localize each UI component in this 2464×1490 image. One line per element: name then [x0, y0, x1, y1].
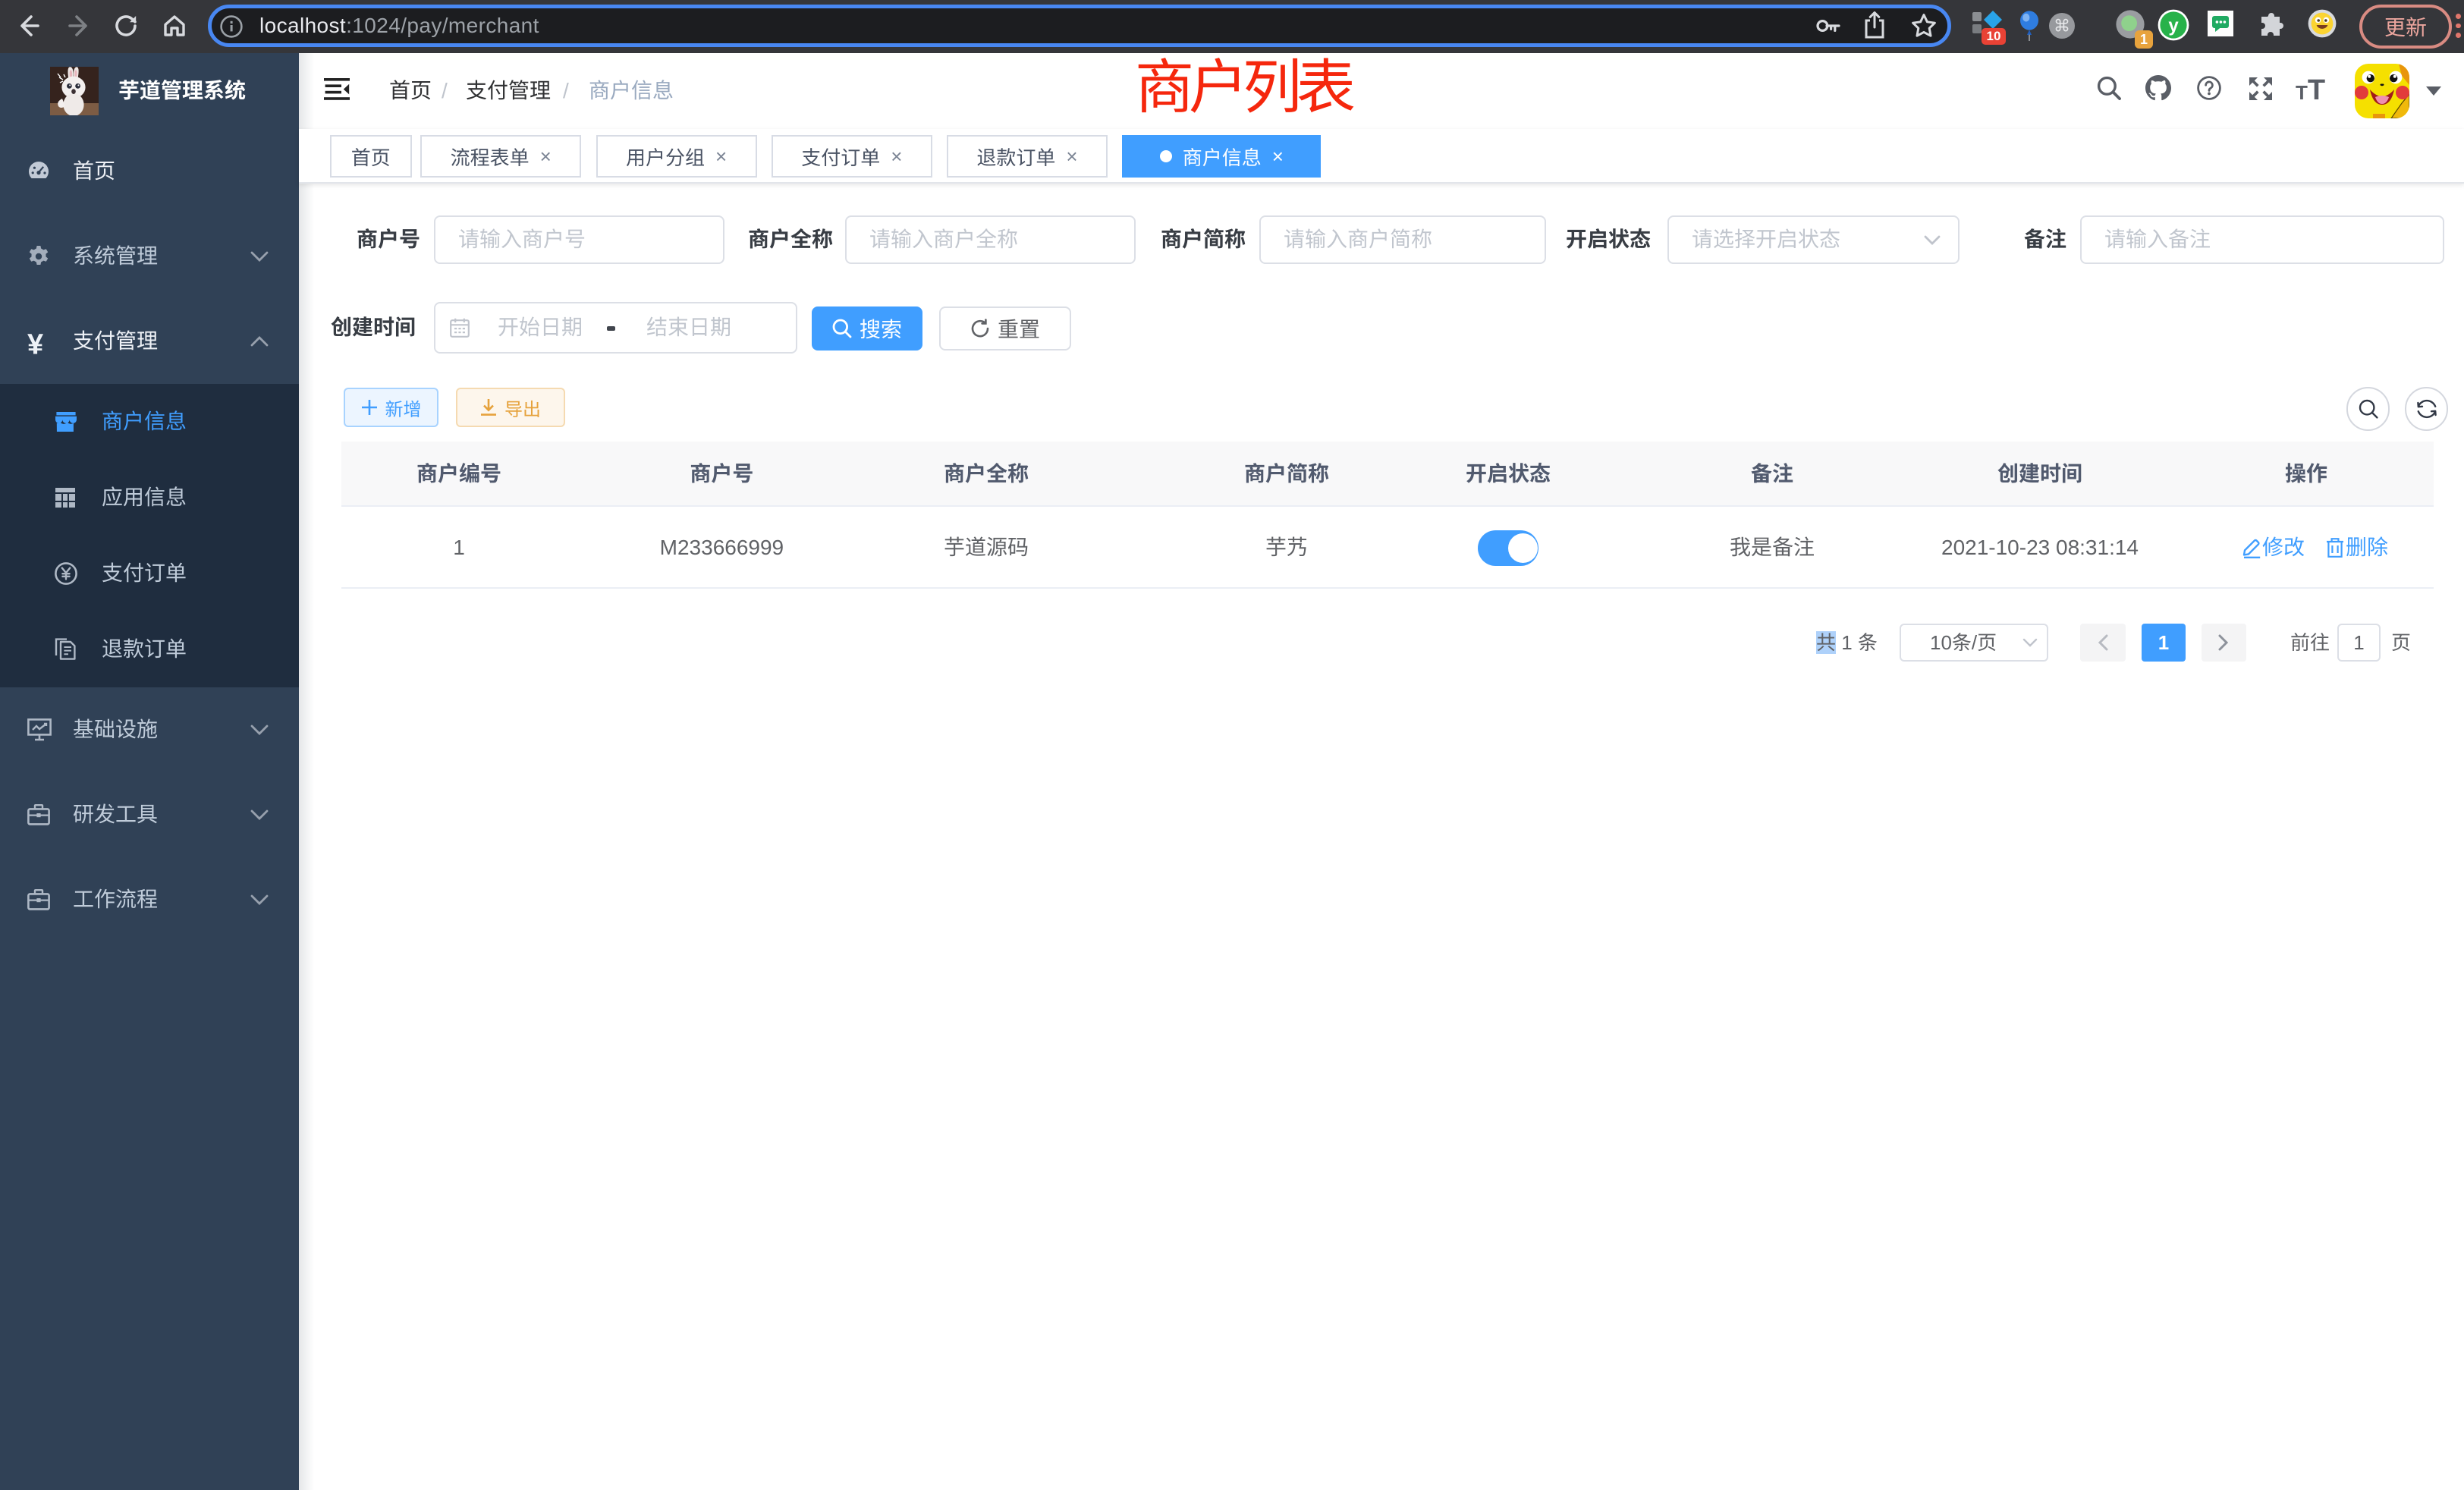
svg-text:y: y	[2168, 16, 2179, 36]
svg-text:⌘: ⌘	[2054, 16, 2070, 35]
